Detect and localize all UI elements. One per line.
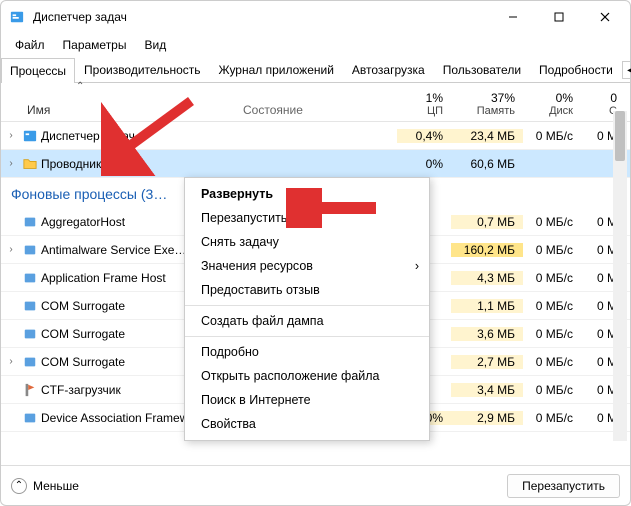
close-button[interactable] [582, 1, 628, 33]
ctx-expand[interactable]: Развернуть [185, 182, 429, 206]
disk-value: 0 МБ/с [523, 129, 581, 143]
process-row-selected[interactable]: › Проводник 0% 60,6 МБ [1, 150, 630, 178]
folder-icon [21, 157, 39, 171]
separator [185, 305, 429, 306]
fewer-details[interactable]: ⌃ Меньше [11, 478, 79, 494]
ctx-feedback[interactable]: Предоставить отзыв [185, 278, 429, 302]
minimize-button[interactable] [490, 1, 536, 33]
tab-startup[interactable]: Автозагрузка [343, 57, 434, 82]
tab-details[interactable]: Подробности [530, 57, 622, 82]
header-memory[interactable]: 37% Память [451, 87, 523, 121]
chevron-up-icon: ⌃ [11, 478, 27, 494]
tab-scroll-left[interactable]: ◄ [622, 61, 631, 79]
restart-button[interactable]: Перезапустить [507, 474, 620, 498]
ctx-open-location[interactable]: Открыть расположение файла [185, 364, 429, 388]
header-disk[interactable]: 0% Диск [523, 87, 581, 121]
header-cpu[interactable]: 1% ЦП [397, 87, 451, 121]
generic-process-icon [21, 411, 39, 425]
generic-process-icon [21, 271, 39, 285]
statusbar: ⌃ Меньше Перезапустить [1, 465, 630, 505]
tab-scroll: ◄ ► [622, 57, 631, 82]
app-icon [9, 9, 25, 25]
ctx-search-online[interactable]: Поиск в Интернете [185, 388, 429, 412]
maximize-button[interactable] [536, 1, 582, 33]
sort-caret-icon: ⌃ [76, 81, 84, 92]
tab-app-history[interactable]: Журнал приложений [210, 57, 343, 82]
generic-process-icon [21, 327, 39, 341]
context-menu: Развернуть Перезапустить Снять задачу Зн… [184, 177, 430, 441]
mem-value: 23,4 МБ [451, 129, 523, 143]
fewer-label: Меньше [33, 479, 79, 493]
menu-options[interactable]: Параметры [55, 35, 135, 55]
ctx-go-details[interactable]: Подробно [185, 340, 429, 364]
menubar: Файл Параметры Вид [1, 33, 630, 57]
header-name-label: Имя [27, 103, 231, 117]
tab-strip: Процессы Производительность Журнал прило… [1, 57, 630, 83]
window-title: Диспетчер задач [33, 10, 490, 24]
tab-users[interactable]: Пользователи [434, 57, 530, 82]
expand-icon[interactable]: › [1, 130, 21, 141]
ctx-create-dump[interactable]: Создать файл дампа [185, 309, 429, 333]
tab-performance[interactable]: Производительность [75, 57, 209, 82]
ctx-resource-values[interactable]: Значения ресурсов [185, 254, 429, 278]
generic-process-icon [21, 355, 39, 369]
ctx-restart[interactable]: Перезапустить [185, 206, 429, 230]
tab-processes[interactable]: Процессы [1, 58, 75, 83]
process-name: Диспетчер задач [39, 129, 237, 143]
vertical-scrollbar[interactable] [613, 111, 627, 441]
menu-file[interactable]: Файл [7, 35, 53, 55]
cpu-value: 0% [397, 157, 451, 171]
ctf-icon [21, 383, 39, 397]
menu-view[interactable]: Вид [136, 35, 174, 55]
separator [185, 336, 429, 337]
ctx-properties[interactable]: Свойства [185, 412, 429, 436]
cpu-value: 0,4% [397, 129, 451, 143]
header-name[interactable]: ⌃ Имя [21, 83, 237, 121]
generic-process-icon [21, 243, 39, 257]
titlebar: Диспетчер задач [1, 1, 630, 33]
ctx-end-task[interactable]: Снять задачу [185, 230, 429, 254]
header-status[interactable]: Состояние [237, 83, 397, 121]
scrollbar-thumb[interactable] [615, 111, 625, 161]
column-headers: ⌃ Имя Состояние 1% ЦП 37% Память 0% Диск… [1, 83, 630, 122]
app-icon [21, 129, 39, 143]
mem-value: 60,6 МБ [451, 157, 523, 171]
expand-icon[interactable]: › [1, 158, 21, 169]
process-row[interactable]: › Диспетчер задач 0,4% 23,4 МБ 0 МБ/с 0 … [1, 122, 630, 150]
header-status-label: Состояние [243, 103, 391, 117]
generic-process-icon [21, 299, 39, 313]
process-name: Проводник [39, 157, 237, 171]
generic-process-icon [21, 215, 39, 229]
